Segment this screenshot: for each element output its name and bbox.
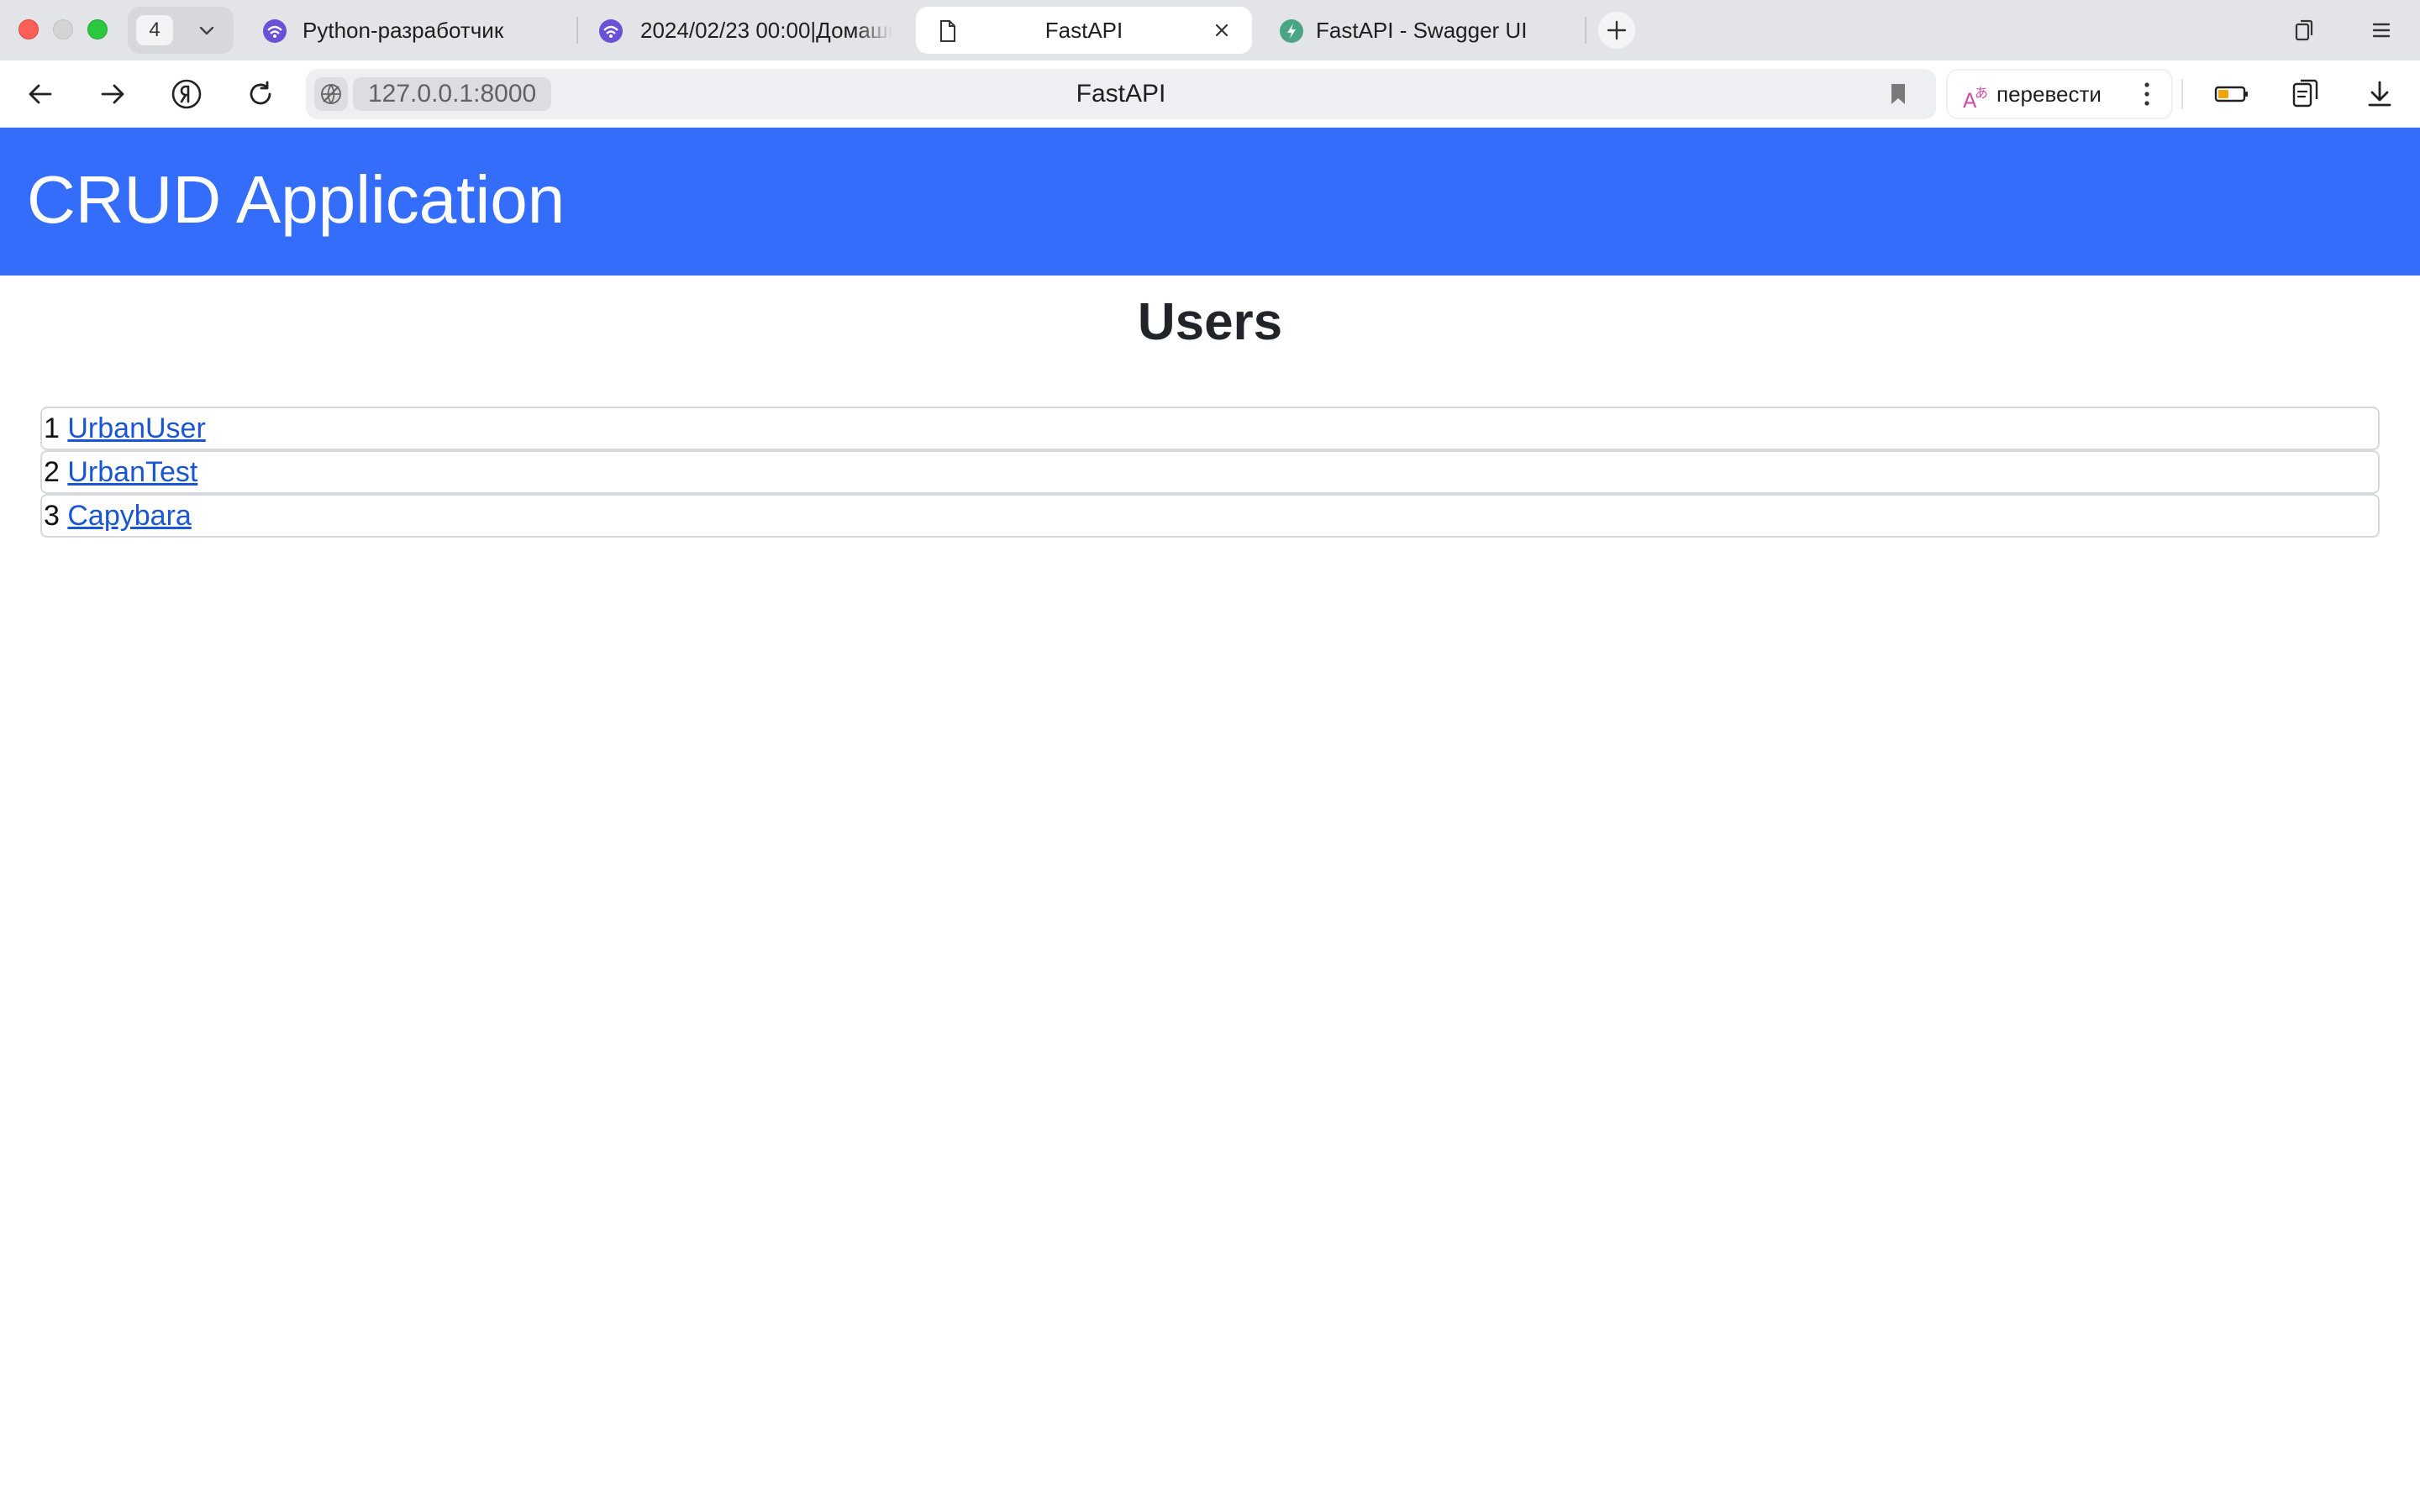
new-tab-button[interactable] xyxy=(1598,12,1635,49)
yandex-home-icon[interactable] xyxy=(170,77,203,111)
list-item: 3 Capybara xyxy=(40,494,2380,538)
globe-icon xyxy=(321,84,341,104)
swagger-icon xyxy=(1280,19,1303,43)
purple-broadcast-icon xyxy=(263,19,287,43)
page-viewport: CRUD Application Users 1 UrbanUser 2 Urb… xyxy=(0,128,2420,1512)
user-id: 1 xyxy=(44,412,60,444)
back-arrow-icon[interactable] xyxy=(24,77,57,111)
tab-separator xyxy=(576,17,578,44)
url-text[interactable]: 127.0.0.1:8000 xyxy=(353,77,552,111)
list-item: 1 UrbanUser xyxy=(40,407,2380,450)
collections-icon[interactable] xyxy=(2291,17,2317,44)
bookmark-icon[interactable] xyxy=(1886,81,1911,108)
list-item: 2 UrbanTest xyxy=(40,450,2380,494)
tab-title: Python-разработчик xyxy=(302,18,504,43)
user-link[interactable]: UrbanTest xyxy=(67,456,197,488)
user-id: 2 xyxy=(44,456,60,488)
user-link[interactable]: Capybara xyxy=(67,500,191,532)
translate-icon: A あ xyxy=(1963,85,1988,111)
tab-homework[interactable]: 2024/02/23 00:00|Домашнее xyxy=(580,7,908,54)
download-icon[interactable] xyxy=(2363,77,2396,111)
app-header: CRUD Application xyxy=(0,128,2420,276)
users-heading: Users xyxy=(1137,293,1283,351)
tab-fastapi-active[interactable]: FastAPI xyxy=(916,7,1252,54)
tab-title: FastAPI - Swagger UI xyxy=(1316,18,1528,43)
translate-label: перевести xyxy=(1996,81,2102,107)
tab-count-badge[interactable]: 4 xyxy=(136,15,173,45)
close-icon[interactable] xyxy=(1212,20,1232,40)
forward-arrow-icon[interactable] xyxy=(96,77,129,111)
user-id: 3 xyxy=(44,500,60,532)
browser-tab-bar: 4 Python-разработчик 2024/02/23 00:00|До… xyxy=(0,0,2420,60)
tab-title: 2024/02/23 00:00|Домашнее xyxy=(640,18,892,43)
tab-group[interactable]: 4 xyxy=(128,7,234,54)
browser-toolbar: 127.0.0.1:8000 FastAPI A あ перевести xyxy=(0,60,2420,128)
reload-icon[interactable] xyxy=(244,77,277,111)
purple-broadcast-icon xyxy=(599,19,623,43)
svg-text:あ: あ xyxy=(1975,85,1988,101)
window-maximize-button[interactable] xyxy=(87,19,108,39)
battery-saver-icon[interactable] xyxy=(2213,77,2250,111)
plus-icon xyxy=(1607,20,1627,40)
site-info-button[interactable] xyxy=(314,77,348,111)
extensions-icon[interactable] xyxy=(2289,77,2323,111)
user-link[interactable]: UrbanUser xyxy=(67,412,205,444)
tab-swagger-ui[interactable]: FastAPI - Swagger UI xyxy=(1260,7,1580,54)
tab-python-developer[interactable]: Python-разработчик xyxy=(244,7,573,54)
address-bar[interactable]: 127.0.0.1:8000 FastAPI xyxy=(306,69,1936,119)
menu-icon[interactable] xyxy=(2368,17,2395,44)
more-vertical-icon[interactable] xyxy=(2134,76,2160,113)
app-title: CRUD Application xyxy=(27,162,566,237)
user-list: 1 UrbanUser 2 UrbanTest 3 Capybara xyxy=(40,407,2380,538)
tab-separator xyxy=(1585,17,1586,44)
window-close-button[interactable] xyxy=(18,19,39,39)
chevron-down-icon[interactable] xyxy=(195,18,218,42)
tab-title: FastAPI xyxy=(1044,18,1123,43)
window-minimize-button[interactable] xyxy=(53,19,73,39)
toolbar-separator xyxy=(2181,79,2183,109)
